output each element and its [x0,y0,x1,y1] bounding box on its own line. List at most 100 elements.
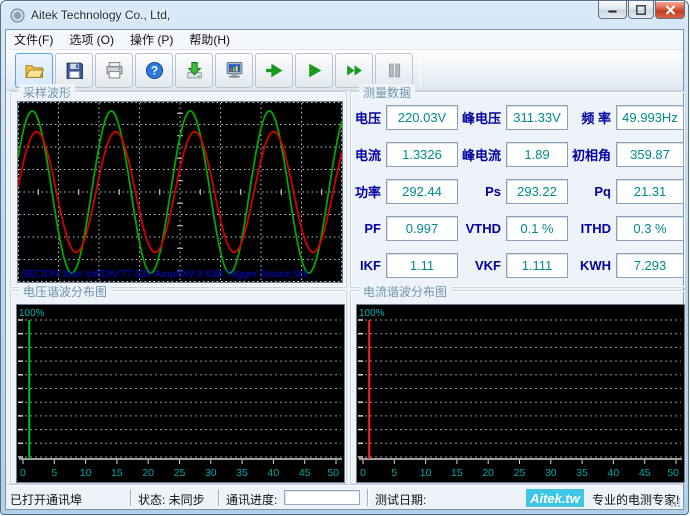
svg-text:50: 50 [327,467,339,479]
measure-value: 292.44 [386,179,458,204]
menu-item-help[interactable]: 帮助(H) [181,29,238,50]
svg-text:25: 25 [174,467,186,479]
measure-value: 359.87 [616,142,684,167]
menu-item-file[interactable]: 文件(F) [6,29,61,50]
svg-text:45: 45 [299,467,311,479]
measure-label: Pq [570,179,614,204]
port-status-text: 已打开通讯埠 [10,491,82,508]
measure-label: 峰电压 [460,105,504,130]
status-divider [367,489,369,506]
progress-bar [284,490,360,505]
measure-value: 1.89 [506,142,568,167]
svg-text:15: 15 [451,467,463,479]
print-icon [105,61,124,80]
svg-text:5: 5 [51,467,57,479]
measure-label: 频 率 [570,105,614,130]
status-bar: 已打开通讯埠 状态: 未同步 通讯进度: 测试日期: Aitek.tw 专业的电… [6,485,683,509]
measure-value: 7.293 [616,253,684,278]
measure-value: 1.11 [386,253,458,278]
svg-text:40: 40 [608,467,620,479]
menu-item-options[interactable]: 选项 (O) [61,29,122,50]
measure-label: 初相角 [570,142,614,167]
run-single-button[interactable] [255,53,293,88]
title-bar[interactable]: Aitek Technology Co., Ltd, [1,1,688,29]
toolbar-separator [420,53,421,87]
status-divider [130,489,132,506]
app-icon [10,8,25,23]
measure-label: ITHD [570,216,614,241]
export-download-icon [185,61,204,80]
current-harmonics-chart: 100% 0 5 10 15 20 25 30 35 40 45 50 [356,304,685,483]
save-button[interactable] [55,53,93,88]
client-area: 文件(F)选项 (O)操作 (P)帮助(H) ? 采样波形 SEC/DIV:8m… [5,29,684,510]
run-icon [305,61,324,80]
svg-text:30: 30 [545,467,557,479]
svg-text:5: 5 [391,467,397,479]
slogan-text: 专业的电测专家! [592,491,679,508]
measure-value: 220.03V [386,105,458,130]
voltage-harmonics-chart: 100%05101520253035404550 [16,304,345,483]
close-button[interactable] [655,1,685,19]
measure-label: 电压 [354,105,384,130]
measure-value: 21.31 [616,179,684,204]
pause-icon [385,61,404,80]
measure-label: 功率 [354,179,384,204]
measure-label: 峰电流 [460,142,504,167]
run-button[interactable] [295,53,333,88]
menu-item-operation[interactable]: 操作 (P) [122,29,181,50]
menu-bar: 文件(F)选项 (O)操作 (P)帮助(H) [6,30,683,50]
svg-text:35: 35 [236,467,248,479]
sync-status-text: 状态: 未同步 [138,491,205,508]
waveform-panel: 采样波形 SEC/DIV:8ms Vol/DIV:77.83V Amp/DIV:… [10,91,347,288]
svg-text:40: 40 [268,467,280,479]
test-date-label: 测试日期: [375,491,426,508]
measure-value: 1.3326 [386,142,458,167]
svg-text:45: 45 [639,467,651,479]
minimize-icon [608,5,618,14]
run-single-icon [265,61,284,80]
measure-value: 49.993Hz [616,105,684,130]
app-window: Aitek Technology Co., Ltd, 文件(F)选项 (O)操作… [0,0,689,515]
svg-text:?: ? [150,64,157,77]
waveform-panel-title: 采样波形 [19,84,75,101]
help-button[interactable]: ? [135,53,173,88]
status-divider [218,489,220,506]
current-harmonics-title: 电流谐波分布图 [359,283,451,300]
svg-text:30: 30 [205,467,217,479]
svg-text:50: 50 [667,467,679,479]
fast-forward-icon [345,61,364,80]
monitor-chart-icon [225,61,244,80]
measure-label: VKF [460,253,504,278]
open-button[interactable] [15,53,53,88]
waveform-chart: SEC/DIV:8ms Vol/DIV:77.83V Amp/DIV:0.63A… [17,101,343,283]
svg-text:100%: 100% [359,308,385,319]
pause-button[interactable] [375,53,413,88]
measurements-panel: 测量数据 电压220.03V峰电压311.33V频 率49.993Hz电流1.3… [350,91,686,288]
svg-text:20: 20 [142,467,154,479]
device-data-button[interactable] [215,53,253,88]
svg-text:10: 10 [420,467,432,479]
voltage-harmonics-panel: 电压谐波分布图 100%05101520253035404550 [10,290,347,484]
measure-value: 311.33V [506,105,568,130]
measure-value: 0.1 % [506,216,568,241]
svg-text:15: 15 [111,467,123,479]
maximize-button[interactable] [628,1,654,19]
minimize-button[interactable] [598,1,627,19]
voltage-harmonics-title: 电压谐波分布图 [19,283,111,300]
window-title: Aitek Technology Co., Ltd, [31,8,170,22]
svg-text:20: 20 [482,467,494,479]
resize-grip[interactable] [671,497,681,507]
print-button[interactable] [95,53,133,88]
brand-badge: Aitek.tw [526,489,584,507]
svg-text:0: 0 [360,467,366,479]
help-icon: ? [145,61,164,80]
export-button[interactable] [175,53,213,88]
svg-text:35: 35 [576,467,588,479]
measure-value: 0.3 % [616,216,684,241]
measure-label: IKF [354,253,384,278]
svg-text:0: 0 [20,467,26,479]
current-harmonics-panel: 电流谐波分布图 100%05101520253035404550 [350,290,686,484]
svg-text:100%: 100% [19,308,45,319]
run-fast-button[interactable] [335,53,373,88]
svg-text:25: 25 [514,467,526,479]
